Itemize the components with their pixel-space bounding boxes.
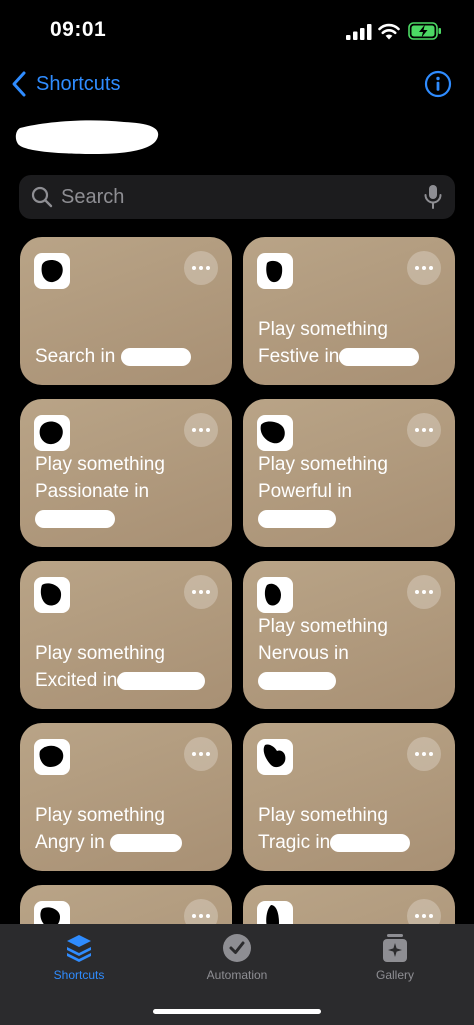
more-button[interactable] [184,899,218,926]
shortcuts-grid: Search in Play something Festive in Play… [0,236,474,926]
more-button[interactable] [407,899,441,926]
more-button[interactable] [407,575,441,609]
more-button[interactable] [407,413,441,447]
cellular-signal-icon [346,24,372,40]
shortcut-card[interactable]: Search in [20,237,232,385]
chevron-left-icon [12,71,26,97]
redaction [339,347,420,366]
shortcut-card[interactable]: Play something Nervous in [243,561,455,709]
status-time: 09:01 [50,18,107,41]
search-bar[interactable] [19,175,455,219]
tab-label: Automation [206,968,268,982]
shortcut-title: Play something Festive in [258,316,441,370]
shortcut-card[interactable] [20,885,232,926]
more-button[interactable] [184,737,218,771]
tab-automation[interactable]: Automation [182,932,292,982]
redaction [258,671,336,690]
more-button[interactable] [184,251,218,285]
tab-label: Gallery [375,968,414,982]
shortcut-card[interactable]: Play something Powerful in [243,399,455,547]
back-button[interactable]: Shortcuts [8,70,120,98]
automation-clock-icon [223,934,251,962]
shortcut-icon [34,415,70,451]
wifi-icon [378,23,400,40]
redaction [330,833,411,852]
shortcut-icon [257,901,293,926]
shortcut-card[interactable] [243,885,455,926]
redaction [117,671,206,690]
gallery-sparkle-icon [383,934,407,962]
back-label: Shortcuts [36,72,121,95]
redaction [35,509,115,528]
tab-shortcuts[interactable]: Shortcuts [24,932,134,982]
redaction [109,833,182,852]
tab-label: Shortcuts [53,968,105,982]
shortcut-card[interactable]: Play something Festive in [243,237,455,385]
more-button[interactable] [407,737,441,771]
microphone-icon[interactable] [423,184,443,210]
shortcut-card[interactable]: Play something Angry in [20,723,232,871]
shortcut-title: Play something Angry in [35,802,218,856]
shortcut-icon [34,739,70,775]
shortcut-card[interactable]: Play something Passionate in [20,399,232,547]
shortcut-title: Play something Powerful in [258,451,441,532]
shortcut-title: Play something Nervous in [258,613,441,694]
more-button[interactable] [184,413,218,447]
battery-charging-icon [408,22,441,40]
shortcut-icon [257,415,293,451]
more-button[interactable] [184,575,218,609]
navigation-bar: Shortcuts [0,66,474,106]
more-button[interactable] [407,251,441,285]
status-bar: 09:01 [0,0,474,60]
shortcut-icon [34,253,70,289]
shortcut-title: Play something Passionate in [35,451,218,532]
shortcut-title: Search in [35,343,218,370]
redaction [258,509,336,528]
shortcut-icon [34,577,70,613]
shortcut-card[interactable]: Play something Excited in [20,561,232,709]
shortcut-icon [257,739,293,775]
info-icon[interactable] [424,70,452,98]
shortcut-icon [34,901,70,926]
shortcut-card[interactable]: Play something Tragic in [243,723,455,871]
tab-gallery[interactable]: Gallery [340,932,450,982]
shortcut-title: Play something Excited in [35,640,218,694]
search-icon [31,186,53,208]
title-redaction [15,120,159,154]
shortcuts-stack-icon [67,935,91,962]
shortcut-icon [257,253,293,289]
shortcut-title: Play something Tragic in [258,802,441,856]
search-input[interactable] [61,185,423,209]
home-indicator[interactable] [153,1009,321,1014]
redaction [120,347,191,366]
shortcut-icon [257,577,293,613]
